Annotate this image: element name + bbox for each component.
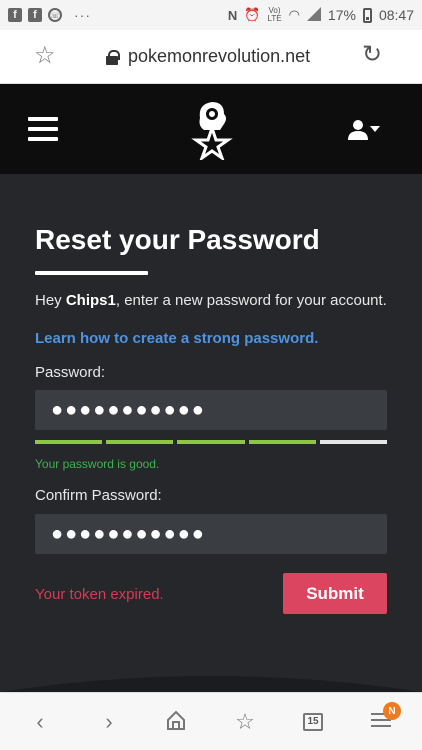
password-strength-meter (35, 440, 388, 444)
confirm-password-field[interactable]: ●●●●●●●●●●● (35, 514, 387, 554)
browser-url-bar: ☆ pokemonrevolution.net ↻ (0, 30, 422, 84)
status-system: N ⏰ Vo) LTE ◠ 17% 08:47 (227, 6, 414, 24)
strength-segment (177, 440, 245, 444)
address-field[interactable]: pokemonrevolution.net (106, 46, 310, 67)
home-icon[interactable] (163, 709, 189, 735)
strength-message: Your password is good. (35, 457, 160, 471)
signal-icon (306, 6, 321, 24)
hamburger-menu-icon[interactable] (28, 117, 58, 141)
bookmark-star-icon[interactable]: ☆ (34, 43, 60, 69)
wifi-icon: ◠ (288, 7, 300, 22)
nfc-icon: N (227, 7, 238, 23)
status-notifications: f f ☏ ··· (8, 7, 91, 23)
password-field[interactable]: ●●●●●●●●●●● (35, 390, 387, 430)
reset-password-form: Reset your Password Hey Chips1, enter a … (0, 174, 422, 692)
token-error-message: Your token expired. (35, 586, 164, 603)
whatsapp-icon: ☏ (48, 8, 62, 22)
more-notifications-icon: ··· (74, 7, 91, 23)
submit-button[interactable]: Submit (283, 573, 387, 614)
battery-percent: 17% (327, 7, 356, 23)
browser-bottom-bar: ‹ › ☆ 15 (0, 692, 422, 750)
bookmarks-icon[interactable]: ☆ (232, 709, 258, 735)
pokemon-revolution-logo[interactable] (190, 98, 234, 160)
greeting-text: Hey Chips1, enter a new password for you… (35, 292, 387, 309)
notification-badge: N (383, 702, 401, 720)
strength-segment (106, 440, 174, 444)
site-header (0, 84, 422, 174)
forward-icon[interactable]: › (96, 709, 122, 735)
strong-password-link[interactable]: Learn how to create a strong password. (35, 330, 318, 347)
volte-icon: Vo) LTE (267, 6, 282, 23)
reload-icon[interactable]: ↻ (362, 42, 388, 68)
facebook-icon: f (8, 8, 22, 22)
tabs-icon[interactable]: 15 (300, 709, 326, 735)
confirm-password-label: Confirm Password: (35, 487, 162, 504)
url-text: pokemonrevolution.net (128, 46, 311, 66)
facebook-icon: f (28, 8, 42, 22)
username: Chips1 (65, 292, 116, 309)
strength-segment (248, 440, 316, 444)
lock-icon (106, 49, 120, 65)
footer-curve (0, 676, 422, 692)
alarm-icon: ⏰ (244, 7, 261, 22)
clock: 08:47 (378, 7, 414, 23)
tabs-count: 15 (303, 713, 323, 731)
status-bar: f f ☏ ··· N ⏰ Vo) LTE ◠ 17% 08:47 (0, 0, 422, 30)
back-icon[interactable]: ‹ (27, 709, 53, 735)
title-underline (35, 271, 148, 275)
battery-icon (362, 7, 372, 23)
password-label: Password: (35, 364, 106, 381)
page-title: Reset your Password (35, 224, 320, 255)
strength-segment (35, 440, 103, 444)
user-account-icon[interactable] (348, 120, 384, 140)
strength-segment (319, 440, 388, 444)
